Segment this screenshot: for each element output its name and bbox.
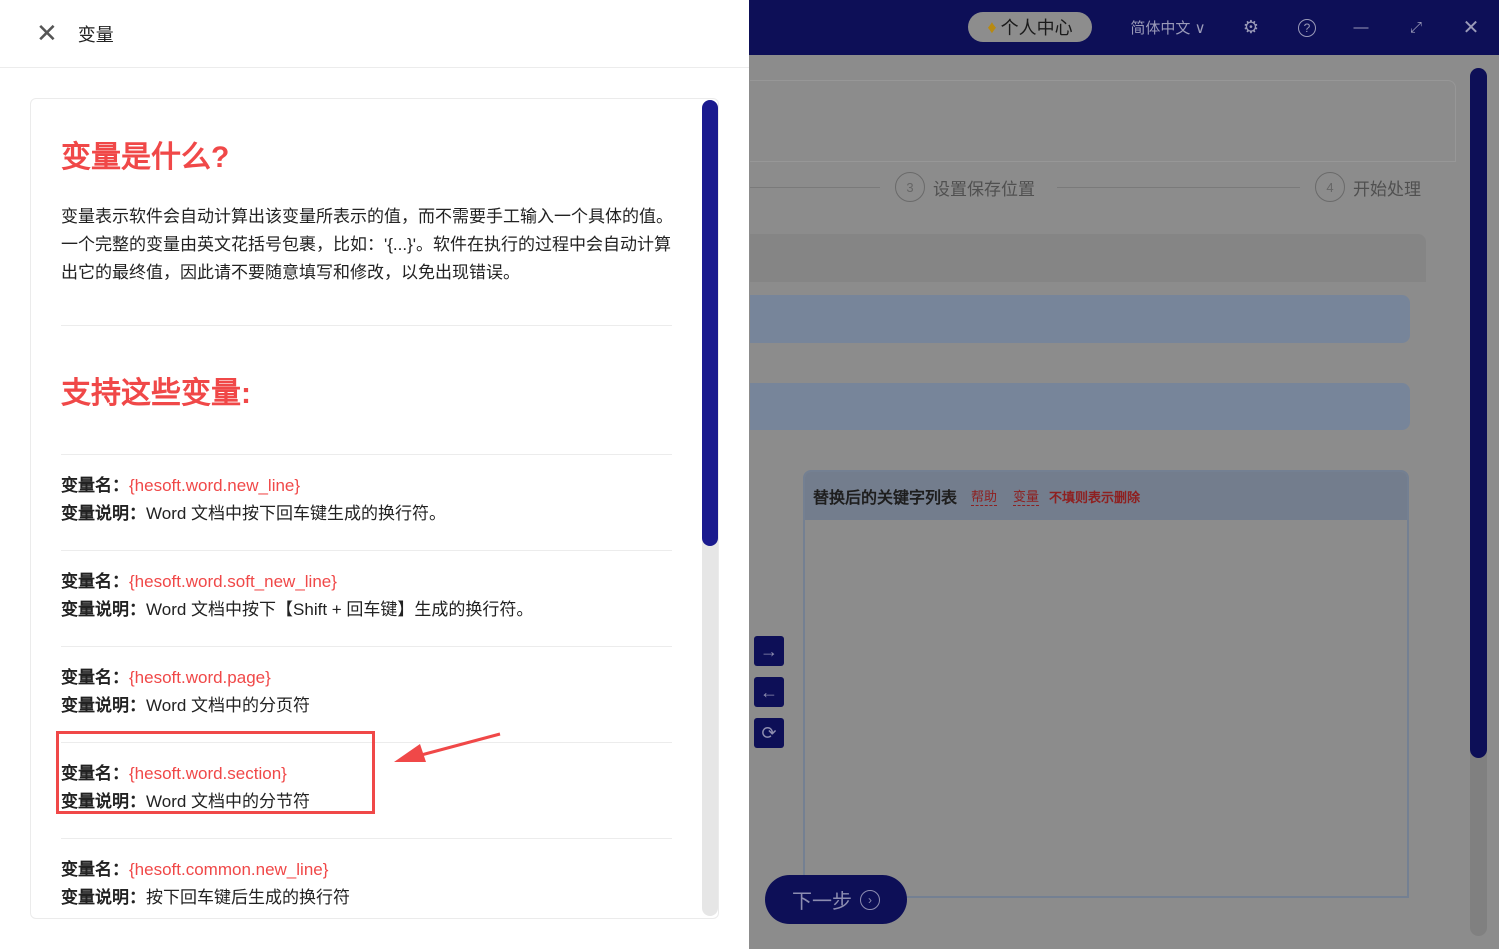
minimize-icon[interactable]: — [1346,0,1376,55]
option-bar[interactable] [750,383,1410,430]
keyword-list-title: 替换后的关键字列表 [813,484,957,508]
refresh-icon[interactable]: ⟳ [754,718,784,748]
keyword-list-panel: 替换后的关键字列表 帮助 变量 不填则表示删除 [803,470,1409,898]
option-bar[interactable] [750,295,1410,343]
highlight-box [56,731,375,814]
desc-label: 变量说明： [61,600,146,619]
step-3: 3 设置保存位置 [895,172,1035,202]
variable-name: {hesoft.word.page} [129,668,271,687]
help-icon[interactable]: ? [1292,0,1322,55]
divider [61,325,672,326]
name-label: 变量名： [61,572,129,591]
chevron-down-icon: ∨ [1195,19,1206,37]
intro-text: 变量表示软件会自动计算出该变量所表示的值，而不需要手工输入一个具体的值。一个完整… [61,203,673,287]
maximize-icon[interactable]: ⤢ [1401,0,1431,55]
variable-item: 变量名：{hesoft.common.new_line} 变量说明：按下回车键后生… [61,838,672,919]
step-number: 4 [1315,172,1345,202]
keyword-list-header: 替换后的关键字列表 帮助 变量 不填则表示删除 [805,472,1407,520]
close-icon[interactable]: ✕ [36,18,58,49]
top-panel [750,80,1456,162]
drawer-scrollbar-thumb[interactable] [702,100,718,546]
step-label: 设置保存位置 [933,175,1035,200]
variable-name: {hesoft.common.new_line} [129,860,328,879]
variable-name: {hesoft.word.soft_new_line} [129,572,337,591]
annotation-arrow-icon [390,728,505,768]
variable-name: {hesoft.word.new_line} [129,476,300,495]
arrow-right-icon[interactable]: → [754,636,784,666]
app-scrollbar-thumb[interactable] [1470,68,1487,758]
name-label: 变量名： [61,476,129,495]
chevron-right-circle-icon: › [860,890,880,910]
keyword-list-textarea[interactable] [805,520,1407,898]
drawer-header: ✕ 变量 [0,0,749,68]
window-close-icon[interactable]: ✕ [1456,0,1486,55]
variable-list: 变量名：{hesoft.word.new_line}变量说明：Word 文档中按… [61,454,672,919]
desc-label: 变量说明： [61,504,146,523]
name-label: 变量名： [61,860,129,879]
user-center-label: 个人中心 [1001,14,1073,40]
drawer-title: 变量 [78,21,114,47]
section-header [750,234,1426,282]
variable-desc: Word 文档中按下回车键生成的换行符。 [146,504,446,523]
variable-item: 变量名：{hesoft.word.new_line} 变量说明：Word 文档中按… [61,454,672,550]
step-4: 4 开始处理 [1315,172,1421,202]
step-divider [1057,187,1300,188]
variable-item: 变量名：{hesoft.word.soft_new_line} 变量说明：Word… [61,550,672,646]
variable-desc: 按下回车键后生成的换行符 [146,888,350,907]
variable-item: 变量名：{hesoft.word.page} 变量说明：Word 文档中的分页符 [61,646,672,742]
step-divider [750,187,880,188]
variable-desc: Word 文档中的分页符 [146,696,310,715]
step-label: 开始处理 [1353,175,1421,200]
intro-heading: 变量是什么? [61,132,672,176]
desc-label: 变量说明： [61,696,146,715]
name-label: 变量名： [61,668,129,687]
step-number: 3 [895,172,925,202]
next-step-button[interactable]: 下一步 › [765,875,907,924]
language-select[interactable]: 简体中文 ∨ [1118,0,1218,55]
help-link[interactable]: 帮助 [971,486,997,506]
desc-label: 变量说明： [61,888,146,907]
next-label: 下一步 [792,885,852,914]
gear-icon[interactable]: ⚙ [1236,0,1266,55]
variable-desc: Word 文档中按下【Shift + 回车键】生成的换行符。 [146,600,533,619]
user-center-button[interactable]: ♦个人中心 [968,12,1092,42]
language-label: 简体中文 [1130,17,1190,38]
hint-text: 不填则表示删除 [1049,487,1140,506]
variables-link[interactable]: 变量 [1013,486,1039,506]
support-heading: 支持这些变量: [61,368,672,412]
arrow-left-icon[interactable]: ← [754,677,784,707]
diamond-icon: ♦ [987,17,996,38]
